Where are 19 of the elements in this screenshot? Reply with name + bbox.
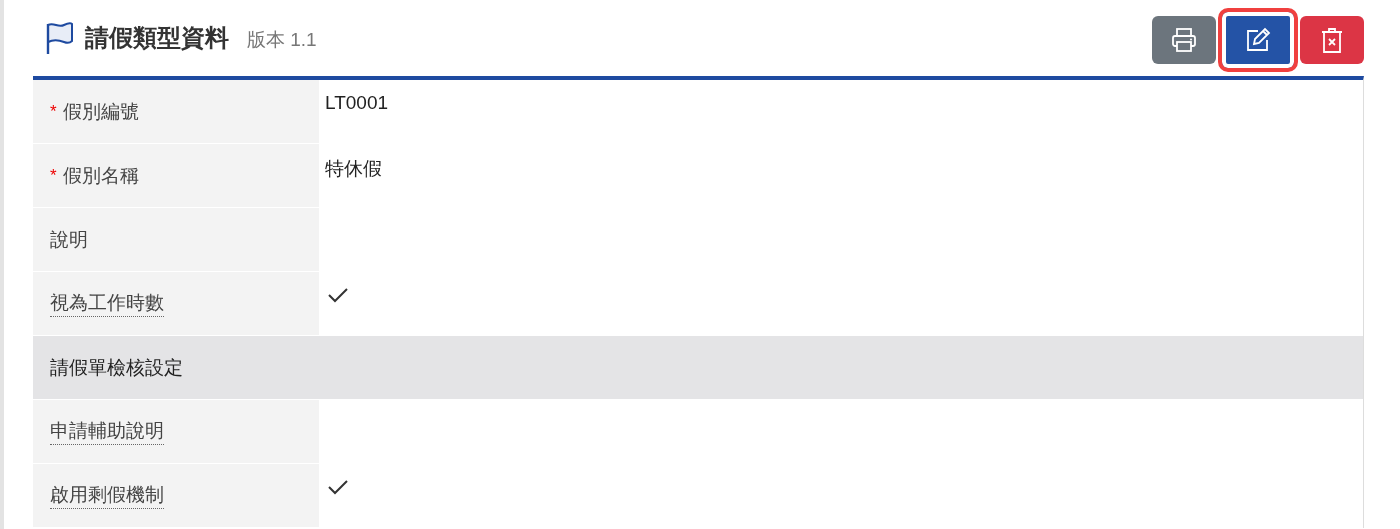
required-asterisk: * [50, 165, 57, 186]
printer-icon [1170, 26, 1198, 54]
required-asterisk: * [50, 101, 57, 122]
field-value: LT0001 [325, 92, 389, 113]
flag-icon [45, 21, 75, 55]
field-value: 特休假 [325, 158, 382, 179]
edit-button[interactable] [1218, 8, 1298, 72]
field-label: 假別名稱 [62, 163, 139, 188]
section-header: 請假單檢核設定 [33, 336, 1363, 399]
field-label: 視為工作時數 [50, 290, 164, 317]
print-button[interactable] [1152, 16, 1216, 64]
field-label: 假別編號 [62, 99, 139, 124]
page-title: 請假類型資料 [85, 23, 229, 53]
field-label: 啟用剩假機制 [50, 482, 164, 509]
version-label: 版本 1.1 [247, 28, 317, 52]
field-label: 說明 [50, 227, 88, 252]
delete-button[interactable] [1300, 16, 1364, 64]
edit-icon [1244, 26, 1272, 54]
field-label: 申請輔助說明 [50, 418, 164, 445]
